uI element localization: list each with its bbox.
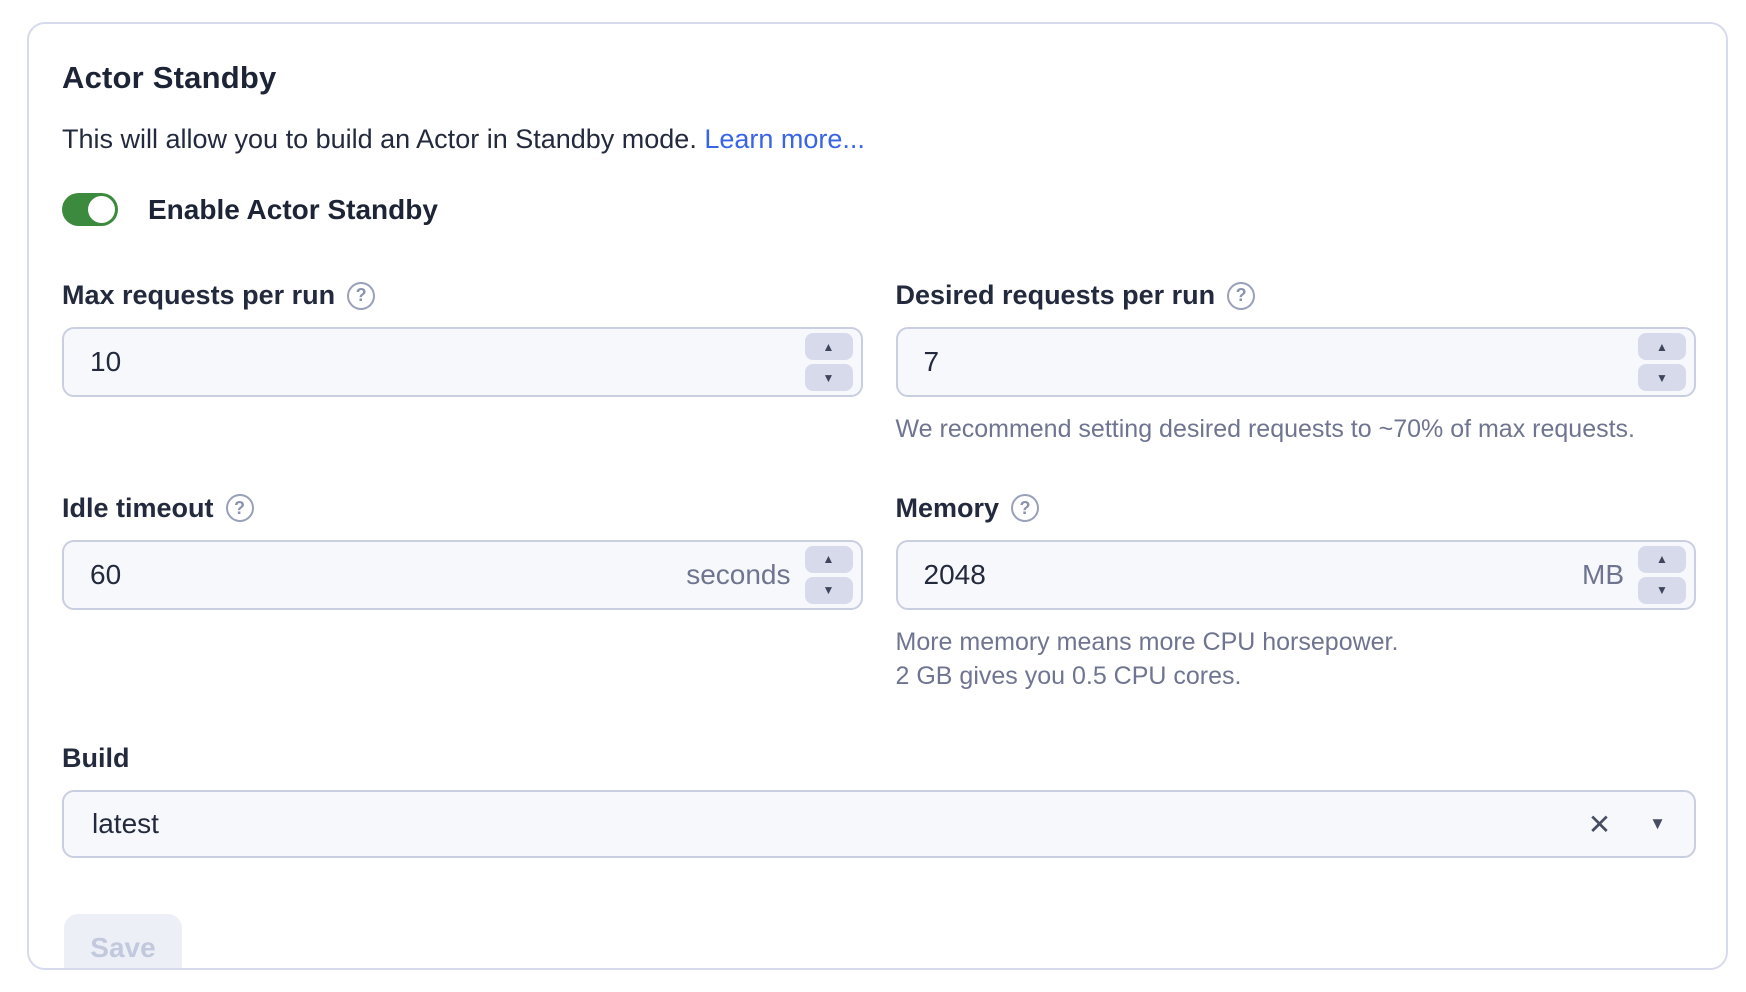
- build-selected-value: latest: [64, 808, 1588, 840]
- idle-timeout-unit: seconds: [686, 559, 790, 591]
- idle-timeout-label: Idle timeout: [62, 493, 214, 524]
- max-requests-label: Max requests per run: [62, 280, 335, 311]
- field-idle-timeout: Idle timeout ? seconds ▲ ▼: [62, 493, 863, 610]
- label-row: Build: [62, 743, 1696, 774]
- memory-label: Memory: [896, 493, 1000, 524]
- stepper-group: ▲ ▼: [1638, 333, 1686, 391]
- stepper-up-button[interactable]: ▲: [1638, 546, 1686, 573]
- memory-input-wrap: MB ▲ ▼: [896, 540, 1697, 610]
- arrow-down-icon: ▼: [823, 372, 835, 384]
- stepper-down-button[interactable]: ▼: [805, 577, 853, 604]
- chevron-down-icon[interactable]: ▼: [1649, 814, 1666, 834]
- section-description: This will allow you to build an Actor in…: [62, 124, 1696, 155]
- learn-more-link[interactable]: Learn more...: [704, 124, 865, 154]
- stepper-group: ▲ ▼: [805, 333, 853, 391]
- stepper-down-button[interactable]: ▼: [1638, 577, 1686, 604]
- build-select[interactable]: latest ✕ ▼: [62, 790, 1696, 858]
- memory-unit: MB: [1582, 559, 1624, 591]
- actor-standby-card: Actor Standby This will allow you to bui…: [27, 22, 1728, 970]
- arrow-down-icon: ▼: [1656, 584, 1668, 596]
- label-row: Desired requests per run ?: [896, 280, 1697, 311]
- stepper-up-button[interactable]: ▲: [805, 546, 853, 573]
- stepper-up-button[interactable]: ▲: [1638, 333, 1686, 360]
- idle-timeout-input-wrap: seconds ▲ ▼: [62, 540, 863, 610]
- label-row: Memory ?: [896, 493, 1697, 524]
- label-row: Idle timeout ?: [62, 493, 863, 524]
- field-desired-requests: Desired requests per run ? ▲ ▼ We recomm…: [896, 280, 1697, 447]
- help-icon[interactable]: ?: [226, 494, 254, 522]
- toggle-knob: [88, 196, 115, 223]
- max-requests-input-wrap: ▲ ▼: [62, 327, 863, 397]
- memory-input[interactable]: [898, 542, 1583, 608]
- description-text: This will allow you to build an Actor in…: [62, 124, 697, 154]
- label-row: Max requests per run ?: [62, 280, 863, 311]
- arrow-up-icon: ▲: [823, 341, 835, 353]
- memory-helper-line-2: 2 GB gives you 0.5 CPU cores.: [896, 660, 1697, 694]
- stepper-group: ▲ ▼: [805, 546, 853, 604]
- help-icon[interactable]: ?: [1227, 282, 1255, 310]
- field-build: Build latest ✕ ▼: [62, 743, 1696, 858]
- idle-timeout-input[interactable]: [64, 542, 686, 608]
- arrow-up-icon: ▲: [1656, 553, 1668, 565]
- help-icon[interactable]: ?: [1011, 494, 1039, 522]
- enable-standby-row: Enable Actor Standby: [62, 193, 1696, 226]
- arrow-up-icon: ▲: [1656, 341, 1668, 353]
- arrow-up-icon: ▲: [823, 553, 835, 565]
- toggle-label: Enable Actor Standby: [148, 194, 438, 226]
- desired-requests-input-wrap: ▲ ▼: [896, 327, 1697, 397]
- stepper-down-button[interactable]: ▼: [1638, 364, 1686, 391]
- standby-settings-grid: Max requests per run ? ▲ ▼ Desired reque…: [62, 280, 1696, 693]
- memory-helper: More memory means more CPU horsepower. 2…: [896, 626, 1697, 694]
- build-label: Build: [62, 743, 130, 774]
- desired-requests-helper: We recommend setting desired requests to…: [896, 413, 1697, 447]
- field-max-requests: Max requests per run ? ▲ ▼: [62, 280, 863, 397]
- save-button[interactable]: Save: [64, 914, 182, 970]
- desired-requests-label: Desired requests per run: [896, 280, 1216, 311]
- page-title: Actor Standby: [62, 60, 1696, 96]
- arrow-down-icon: ▼: [823, 584, 835, 596]
- max-requests-input[interactable]: [64, 329, 805, 395]
- help-icon[interactable]: ?: [347, 282, 375, 310]
- field-memory: Memory ? MB ▲ ▼ More memory means more C…: [896, 493, 1697, 694]
- stepper-up-button[interactable]: ▲: [805, 333, 853, 360]
- stepper-down-button[interactable]: ▼: [805, 364, 853, 391]
- enable-standby-toggle[interactable]: [62, 193, 118, 226]
- desired-requests-input[interactable]: [898, 329, 1639, 395]
- clear-selection-icon[interactable]: ✕: [1588, 808, 1611, 841]
- arrow-down-icon: ▼: [1656, 372, 1668, 384]
- memory-helper-line-1: More memory means more CPU horsepower.: [896, 626, 1697, 660]
- stepper-group: ▲ ▼: [1638, 546, 1686, 604]
